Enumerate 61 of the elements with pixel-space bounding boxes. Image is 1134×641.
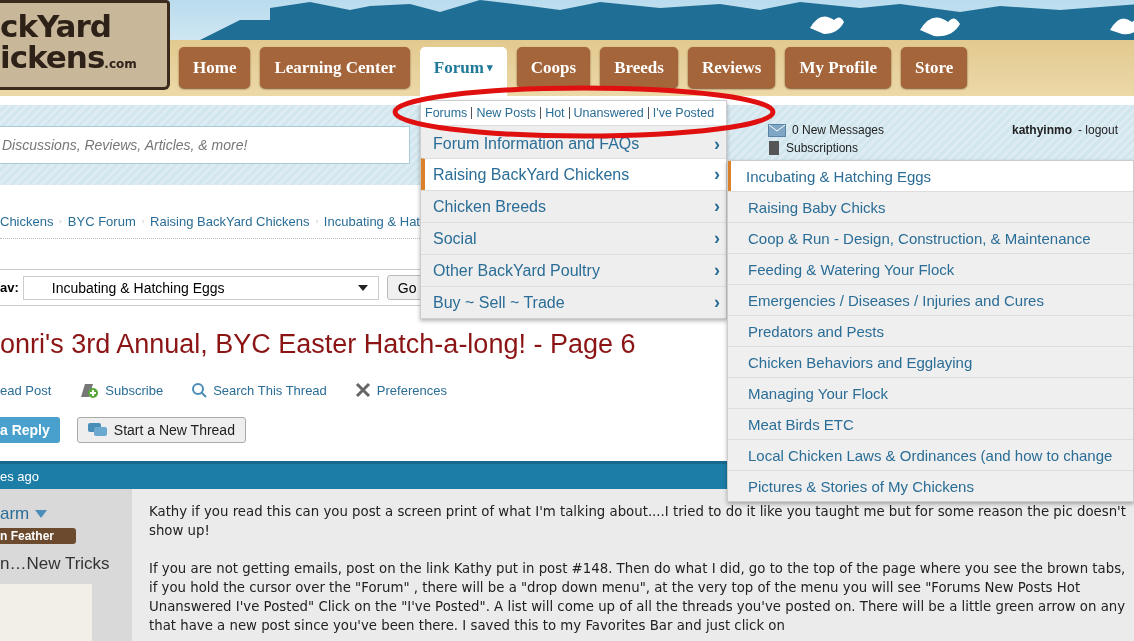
nav-tab[interactable]: My Profile bbox=[785, 47, 891, 88]
search-link[interactable]: Search This Thread bbox=[191, 382, 327, 398]
caret-icon bbox=[35, 510, 48, 518]
breadcrumb-link[interactable]: Incubating & Hat bbox=[323, 214, 420, 229]
username[interactable]: kathyinmo bbox=[1011, 123, 1072, 137]
logout-link[interactable]: - logout bbox=[1077, 123, 1118, 137]
submenu-item[interactable]: Pictures & Stories of My Chickens bbox=[728, 470, 1133, 501]
plain-link[interactable]: ead Post bbox=[0, 382, 52, 398]
subscriptions-link[interactable]: Subscriptions bbox=[786, 141, 859, 155]
menu-item[interactable]: Chicken Breeds › bbox=[421, 190, 726, 222]
menu-item[interactable]: Raising BackYard Chickens › bbox=[421, 158, 726, 190]
submenu-item[interactable]: Raising Baby Chicks bbox=[728, 191, 1133, 222]
submenu-item[interactable]: Local Chicken Laws & Ordinances (and how to change bbox=[728, 439, 1133, 470]
messages-link[interactable]: 0 New Messages bbox=[792, 123, 885, 137]
submenu-item[interactable]: Feeding & Watering Your Flock bbox=[728, 253, 1133, 284]
chat-bubbles-icon bbox=[87, 423, 108, 437]
dropdown-icon bbox=[357, 284, 368, 291]
document-icon bbox=[768, 141, 780, 155]
breadcrumb-link[interactable]: Raising BackYard Chickens bbox=[150, 214, 310, 229]
quick-link[interactable]: New Posts bbox=[471, 107, 541, 119]
envelope-icon bbox=[768, 123, 786, 137]
menu-item[interactable]: Buy ~ Sell ~ Trade › bbox=[421, 286, 726, 318]
forum-select[interactable]: Incubating & Hatching Eggs bbox=[22, 275, 379, 300]
nav-tab[interactable]: Store bbox=[901, 47, 968, 88]
quick-link[interactable]: Hot bbox=[540, 107, 569, 119]
forum-nav-label: av: bbox=[0, 280, 19, 295]
subscribe-icon bbox=[79, 381, 100, 399]
submenu-item[interactable]: Meat Birds ETC bbox=[728, 408, 1133, 439]
subscribe-link[interactable]: Subscribe bbox=[79, 381, 164, 399]
quick-link[interactable]: I've Posted bbox=[647, 107, 719, 119]
nav-tab[interactable]: Home bbox=[179, 47, 251, 88]
new-thread-button[interactable]: Start a New Thread bbox=[76, 417, 246, 443]
quick-link[interactable]: Unanswered bbox=[568, 107, 648, 119]
menu-item[interactable]: Other BackYard Poultry › bbox=[421, 254, 726, 286]
submenu-item[interactable]: Emergencies / Diseases / Injuries and Cures bbox=[728, 284, 1133, 315]
submenu-item[interactable]: Incubating & Hatching Eggs bbox=[728, 161, 1133, 191]
submenu-item[interactable]: Coop & Run - Design, Construction, & Maintenance bbox=[728, 222, 1133, 253]
preferences-link[interactable]: Preferences bbox=[354, 382, 447, 398]
submenu-item[interactable]: Managing Your Flock bbox=[728, 377, 1133, 408]
nav-tab[interactable]: Breeds bbox=[600, 47, 678, 88]
nav-tab[interactable]: Learning Center bbox=[260, 47, 410, 88]
author-name[interactable]: arm bbox=[0, 504, 30, 524]
nav-tab[interactable]: Coops bbox=[516, 47, 591, 88]
thread-title: onri's 3rd Annual, BYC Easter Hatch-a-long! - Page 6 bbox=[0, 329, 636, 360]
logo[interactable]: ckYard ickens.com bbox=[0, 0, 170, 90]
menu-item[interactable]: Social › bbox=[421, 222, 726, 254]
post-paragraph: Kathy if you read this can you post a screen print of what I'm talking about....I tried to do it like you taught me but for some reason the pic doesn't show up! bbox=[149, 503, 1126, 540]
submenu-item[interactable]: Predators and Pests bbox=[728, 315, 1133, 346]
search-field[interactable]: Discussions, Reviews, Articles, & more! bbox=[0, 126, 410, 164]
user-title: n…New Tricks bbox=[0, 554, 111, 574]
post-paragraph: If you are not getting emails, post on the link Kathy put in post #148. Then do what I did, go to the top of the page where you see the brown tabs, if you hold the cursor over the "Forum" , there will be a "drop down menu", at the very top of the menu you will see "Forums New Posts Hot Unanswered I've Posted" Click on the "I've Posted". A list will come up of all the threads you've posted on. There will be a little green arrow on any that have a new post since you've been there. I saved this to my Favorites Bar and just click on bbox=[149, 560, 1126, 635]
submenu-item[interactable]: Chicken Behaviors and Egglaying bbox=[728, 346, 1133, 377]
nav-tab[interactable]: Reviews bbox=[687, 47, 776, 88]
breadcrumb-link[interactable]: Chickens bbox=[0, 214, 54, 229]
rank-badge: n Feather bbox=[0, 528, 76, 544]
reply-button[interactable]: a Reply bbox=[0, 417, 60, 443]
tools-icon bbox=[354, 382, 371, 398]
search-icon bbox=[191, 382, 208, 398]
breadcrumb-link[interactable]: BYC Forum bbox=[67, 214, 136, 229]
quick-link[interactable]: Forums bbox=[424, 107, 472, 119]
post-time: es ago bbox=[0, 469, 40, 484]
